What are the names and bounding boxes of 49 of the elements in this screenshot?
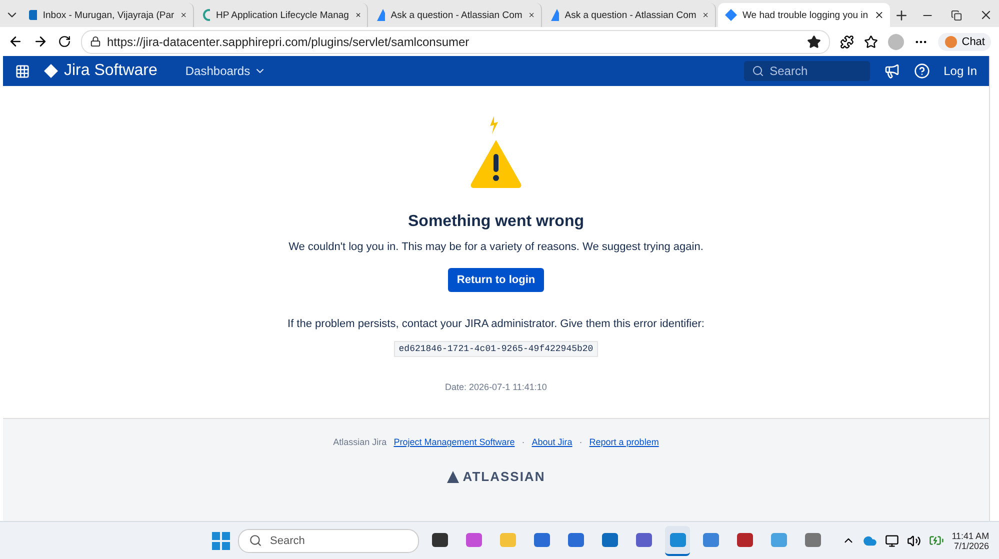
diamond-logo-icon xyxy=(724,8,737,22)
megaphone-icon[interactable] xyxy=(884,63,900,79)
start-icon[interactable] xyxy=(212,532,230,550)
chat-button[interactable]: Chat xyxy=(938,32,991,50)
return-to-login-button[interactable]: Return to login xyxy=(448,268,544,292)
footer-link[interactable]: Report a problem xyxy=(589,437,659,447)
search-icon xyxy=(752,65,764,77)
battery-icon[interactable] xyxy=(928,533,944,548)
separator: · xyxy=(522,437,525,447)
dashboards-menu[interactable]: Dashboards xyxy=(185,64,266,78)
help-icon[interactable] xyxy=(914,63,930,79)
error-heading: Something went wrong xyxy=(408,213,584,231)
taskbar-app[interactable] xyxy=(664,526,690,556)
star-icon[interactable] xyxy=(806,34,821,48)
atlassian-logo: ATLASSIAN xyxy=(446,469,546,484)
separator: · xyxy=(579,437,582,447)
back-icon[interactable] xyxy=(8,34,23,49)
cloud-icon[interactable] xyxy=(862,534,877,548)
app-icon[interactable] xyxy=(431,530,450,548)
search-icon xyxy=(249,534,262,547)
footer-link[interactable]: About Jira xyxy=(532,437,572,447)
footer-text: Atlassian Jira xyxy=(333,437,387,447)
forward-icon[interactable] xyxy=(33,34,48,49)
network-icon[interactable] xyxy=(884,534,899,548)
volume-icon[interactable] xyxy=(906,534,921,548)
triangle-logo-icon xyxy=(550,8,559,22)
app-icon[interactable] xyxy=(600,530,619,548)
login-link[interactable]: Log In xyxy=(944,64,977,78)
close-icon[interactable] xyxy=(874,9,884,21)
copilot-icon xyxy=(944,34,958,48)
favorites-icon[interactable] xyxy=(864,34,878,48)
app-icon[interactable] xyxy=(634,530,653,548)
error-message: We couldn't log you in. This may be for a variety of reasons. We suggest trying again. xyxy=(288,241,704,253)
app-icon[interactable] xyxy=(736,530,754,548)
search-field[interactable]: Search xyxy=(744,61,870,81)
refresh-icon[interactable] xyxy=(58,35,71,48)
extensions-icon[interactable] xyxy=(840,34,854,48)
lock-icon xyxy=(90,36,101,47)
triangle-logo-icon xyxy=(376,8,385,22)
error-date: Date: 2026-07-1 11:41:10 xyxy=(445,382,547,392)
browser-tab[interactable]: We had trouble logging you in xyxy=(718,3,890,27)
taskbar-clock[interactable]: 11:41 AM 7/1/2026 xyxy=(952,530,990,550)
persist-note: If the problem persists, contact your JIRA administrator. Give them this error identifier: xyxy=(288,318,704,330)
footer-link[interactable]: Project Management Software xyxy=(394,437,515,447)
app-switcher-icon[interactable] xyxy=(15,64,30,78)
taskbar-search[interactable]: Search xyxy=(238,528,420,552)
address-bar[interactable]: https://jira-datacenter.sapphirepri.com/plugins/servlet/samlconsumer xyxy=(81,30,830,54)
error-identifier: ed621846-1721-4c01-9265-49f422945b20 xyxy=(394,341,598,357)
jira-logo[interactable]: Jira Software xyxy=(44,62,158,80)
